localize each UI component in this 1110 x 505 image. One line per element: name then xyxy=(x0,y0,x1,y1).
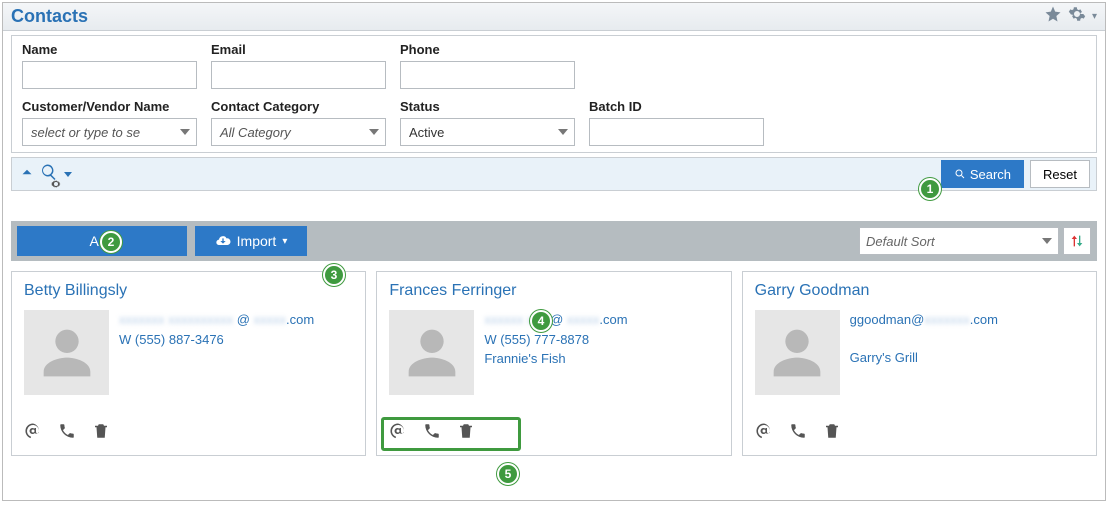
search-icon xyxy=(954,168,966,180)
sort-arrows-icon xyxy=(1069,233,1085,249)
at-icon[interactable] xyxy=(24,422,42,445)
chevron-down-icon[interactable] xyxy=(64,172,72,177)
card-actions xyxy=(755,422,841,445)
chevron-down-icon: ▾ xyxy=(282,236,287,247)
marker-2: 2 xyxy=(100,231,122,253)
marker-3: 3 xyxy=(323,264,345,286)
cards-row: Betty Billingsly xxxxxxx xxxxxxxxxx @ xx… xyxy=(11,271,1097,456)
action-bar: Add Import ▾ Default Sort xyxy=(11,221,1097,261)
search-button[interactable]: Search xyxy=(941,160,1024,188)
favorite-icon[interactable] xyxy=(1044,5,1062,28)
page-title: Contacts xyxy=(11,6,88,27)
email-input[interactable] xyxy=(211,61,386,89)
batch-input[interactable] xyxy=(589,118,764,146)
trash-icon[interactable] xyxy=(823,422,841,445)
phone-icon[interactable] xyxy=(423,422,441,445)
contact-info: xxxxxxx xxxxxxxxxx @ xxxxx.com W (555) 8… xyxy=(119,310,314,395)
contact-company: Garry's Grill xyxy=(850,348,998,368)
batch-label: Batch ID xyxy=(589,99,764,114)
app-frame: Contacts ▾ Name Email Phone xyxy=(2,2,1106,501)
page-header: Contacts ▾ xyxy=(3,3,1105,31)
status-label: Status xyxy=(400,99,575,114)
chevron-down-icon xyxy=(180,129,190,135)
contact-name[interactable]: Frances Ferringer xyxy=(389,282,718,300)
contact-phone: W (555) 777-8878 xyxy=(484,330,627,350)
marker-4: 4 xyxy=(530,310,552,332)
email-blurred: xxxxxxx xxxxxxxxxx xyxy=(119,312,233,327)
filter-panel: Name Email Phone Customer/Vendor Name se… xyxy=(11,35,1097,153)
trash-icon[interactable] xyxy=(92,422,110,445)
contact-info: xxxxxx xxx @ xxxxx.com W (555) 777-8878 … xyxy=(484,310,627,395)
phone-icon[interactable] xyxy=(58,422,76,445)
phone-label: Phone xyxy=(400,42,575,57)
marker-5: 5 xyxy=(497,463,519,485)
chevron-down-icon xyxy=(369,129,379,135)
magnifier-gear-icon[interactable] xyxy=(40,163,58,186)
at-icon[interactable] xyxy=(755,422,773,445)
at-icon[interactable] xyxy=(389,422,407,445)
gear-icon[interactable] xyxy=(1068,5,1086,28)
collapse-icon[interactable] xyxy=(18,163,36,186)
import-button[interactable]: Import ▾ xyxy=(195,226,307,256)
name-input[interactable] xyxy=(22,61,197,89)
phone-input[interactable] xyxy=(400,61,575,89)
avatar xyxy=(755,310,840,395)
contact-phone: W (555) 887-3476 xyxy=(119,330,314,350)
sort-select[interactable]: Default Sort xyxy=(859,227,1059,255)
dropdown-icon[interactable]: ▾ xyxy=(1092,11,1097,22)
email-prefix: ggoodman@ xyxy=(850,312,925,327)
cloud-upload-icon xyxy=(215,233,231,249)
phone-icon[interactable] xyxy=(789,422,807,445)
contact-card: Betty Billingsly xxxxxxx xxxxxxxxxx @ xx… xyxy=(11,271,366,456)
category-label: Contact Category xyxy=(211,99,386,114)
card-actions xyxy=(24,422,110,445)
contact-card: Frances Ferringer xxxxxx xxx @ xxxxx.com… xyxy=(376,271,731,456)
status-select[interactable]: Active xyxy=(400,118,575,146)
sort-direction-button[interactable] xyxy=(1063,227,1091,255)
category-select[interactable]: All Category xyxy=(211,118,386,146)
contact-card: Garry Goodman ggoodman@xxxxxxx.com Garry… xyxy=(742,271,1097,456)
chevron-down-icon xyxy=(1042,238,1052,244)
contact-company: Frannie's Fish xyxy=(484,349,627,369)
contact-name[interactable]: Garry Goodman xyxy=(755,282,1084,300)
contact-info: ggoodman@xxxxxxx.com Garry's Grill xyxy=(850,310,998,395)
name-label: Name xyxy=(22,42,197,57)
chevron-down-icon xyxy=(558,129,568,135)
reset-button[interactable]: Reset xyxy=(1030,160,1090,188)
email-label: Email xyxy=(211,42,386,57)
trash-icon[interactable] xyxy=(457,422,475,445)
avatar xyxy=(24,310,109,395)
cv-select[interactable]: select or type to se xyxy=(22,118,197,146)
contact-name[interactable]: Betty Billingsly xyxy=(24,282,353,300)
avatar xyxy=(389,310,474,395)
header-toolbar: ▾ xyxy=(1044,5,1097,28)
cv-label: Customer/Vendor Name xyxy=(22,99,197,114)
marker-1: 1 xyxy=(919,178,941,200)
card-actions xyxy=(389,422,475,445)
